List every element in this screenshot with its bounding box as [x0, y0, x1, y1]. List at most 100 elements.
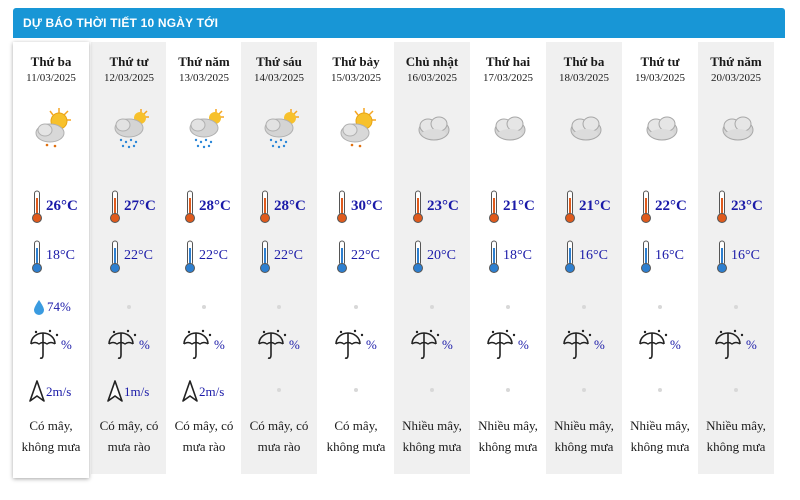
empty-dot — [506, 388, 510, 392]
rain-chance-value: % — [214, 337, 225, 352]
low-temp-value: 18°C — [46, 248, 75, 263]
umbrella-icon — [27, 327, 61, 361]
thermometer-low-icon — [109, 240, 121, 274]
high-temp-value: 26°C — [46, 198, 78, 214]
day-column: Thứ sáu 14/03/2025 28°C 22°C% Có mây, có mưa… — [241, 42, 317, 474]
rain-chance-value: % — [594, 337, 605, 352]
weather-description: Nhiều mây, không mưa — [706, 418, 766, 454]
day-name: Chủ nhật — [405, 54, 459, 69]
empty-dot — [582, 305, 586, 309]
low-temp: 22°C — [241, 240, 317, 274]
humidity — [166, 295, 242, 319]
humidity — [698, 295, 774, 319]
cloud-icon — [414, 106, 454, 150]
day-name: Thứ hai — [485, 54, 531, 69]
high-temp-value: 22°C — [655, 198, 687, 214]
wind: 2m/s — [166, 378, 242, 406]
high-temp-value: 21°C — [579, 198, 611, 214]
day-date: 11/03/2025 — [26, 72, 76, 84]
thermometer-high-icon — [640, 190, 652, 224]
wind-arrow-icon — [107, 380, 123, 402]
day-name: Thứ bảy — [332, 54, 380, 69]
thermometer-high-icon — [31, 190, 43, 224]
high-temp: 21°C — [470, 190, 546, 224]
low-temp-value: 18°C — [503, 248, 532, 263]
empty-dot — [658, 305, 662, 309]
thermometer-low-icon — [564, 240, 576, 274]
low-temp-value: 16°C — [731, 248, 760, 263]
day-date: 13/03/2025 — [178, 72, 230, 84]
high-temp-value: 23°C — [427, 198, 459, 214]
humidity — [394, 295, 470, 319]
empty-dot — [277, 388, 281, 392]
high-temp: 30°C — [318, 190, 394, 224]
day-name: Thứ sáu — [256, 54, 302, 69]
rain-chance: % — [698, 325, 774, 365]
low-temp-value: 16°C — [579, 248, 608, 263]
umbrella-icon — [560, 327, 594, 361]
rain-chance-value: % — [139, 337, 150, 352]
sun-cloud-icon — [338, 106, 378, 150]
high-temp-value: 23°C — [731, 198, 763, 214]
thermometer-high-icon — [716, 190, 728, 224]
cloud-icon — [718, 106, 758, 150]
low-temp: 20°C — [394, 240, 470, 274]
empty-dot — [127, 305, 131, 309]
thermometer-high-icon — [336, 190, 348, 224]
rain-chance: % — [13, 325, 89, 365]
umbrella-icon — [636, 327, 670, 361]
high-temp: 22°C — [622, 190, 698, 224]
empty-dot — [354, 388, 358, 392]
cloud-icon — [642, 106, 682, 150]
humidity — [318, 295, 394, 319]
low-temp: 16°C — [698, 240, 774, 274]
umbrella-icon — [712, 327, 746, 361]
day-date: 16/03/2025 — [406, 72, 458, 84]
rain-chance: % — [166, 325, 242, 365]
weather-description: Có mây, không mưa — [21, 418, 81, 454]
empty-dot — [430, 305, 434, 309]
thermometer-high-icon — [488, 190, 500, 224]
high-temp-value: 30°C — [351, 198, 383, 214]
high-temp: 28°C — [241, 190, 317, 224]
humidity: 74% — [13, 295, 89, 319]
thermometer-high-icon — [564, 190, 576, 224]
low-temp: 16°C — [622, 240, 698, 274]
umbrella-icon — [180, 327, 214, 361]
wind-arrow-icon — [29, 380, 45, 402]
umbrella-icon — [255, 327, 289, 361]
humidity — [546, 295, 622, 319]
low-temp: 22°C — [318, 240, 394, 274]
rain-chance: % — [91, 325, 167, 365]
wind: 1m/s — [91, 378, 167, 406]
weather-description: Nhiều mây, không mưa — [478, 418, 538, 454]
low-temp-value: 22°C — [124, 248, 153, 263]
weather-description: Có mây, không mưa — [326, 418, 386, 454]
day-date: 14/03/2025 — [253, 72, 305, 84]
weather-description: Nhiều mây, không mưa — [630, 418, 690, 454]
wind-value: 1m/s — [124, 384, 150, 399]
empty-dot — [277, 305, 281, 309]
humidity — [241, 295, 317, 319]
wind — [318, 378, 394, 406]
high-temp-value: 28°C — [274, 198, 306, 214]
forecast-days: Thứ ba 11/03/2025 26°C 18°C 74%% 2m/s Có mây, … — [13, 42, 785, 478]
high-temp: 23°C — [698, 190, 774, 224]
thermometer-low-icon — [31, 240, 43, 274]
thermometer-low-icon — [716, 240, 728, 274]
thermometer-low-icon — [412, 240, 424, 274]
rain-chance: % — [470, 325, 546, 365]
umbrella-icon — [408, 327, 442, 361]
empty-dot — [506, 305, 510, 309]
cloud-icon — [490, 106, 530, 150]
day-date: 19/03/2025 — [634, 72, 686, 84]
low-temp: 22°C — [91, 240, 167, 274]
day-column: Thứ bảy 15/03/2025 30°C 22°C% Có mây, không … — [318, 42, 394, 474]
day-date: 18/03/2025 — [558, 72, 610, 84]
sun-cloud-rain-icon — [261, 106, 301, 150]
day-name: Thứ ba — [30, 54, 72, 69]
umbrella-icon — [332, 327, 366, 361]
day-date: 12/03/2025 — [103, 72, 155, 84]
thermometer-high-icon — [412, 190, 424, 224]
empty-dot — [734, 388, 738, 392]
